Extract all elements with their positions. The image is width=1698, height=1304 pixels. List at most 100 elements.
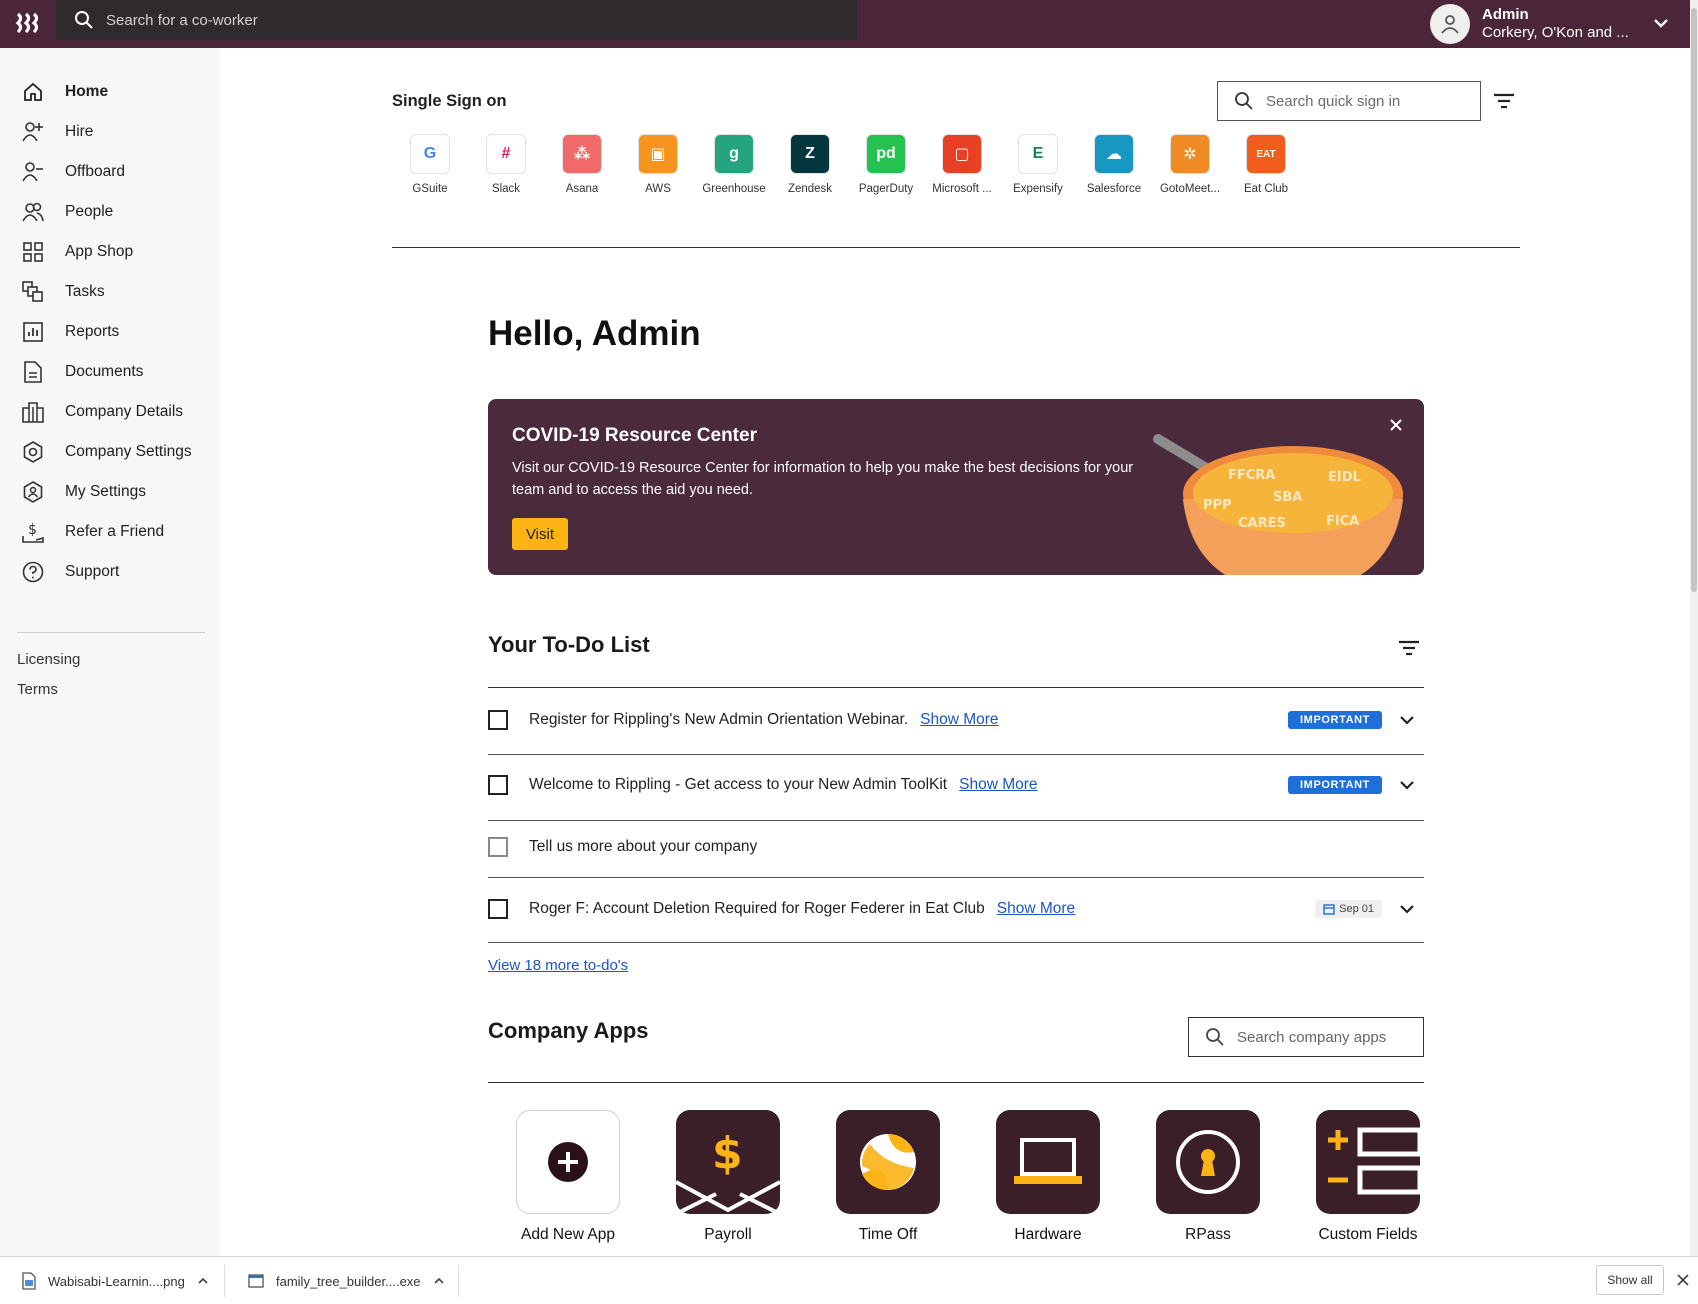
todo-checkbox[interactable] bbox=[488, 775, 508, 795]
soup-letters-6: FICA bbox=[1326, 514, 1359, 529]
svg-text:$: $ bbox=[28, 522, 37, 538]
todo-item[interactable]: Tell us more about your company bbox=[488, 832, 1424, 862]
todo-checkbox[interactable] bbox=[488, 837, 508, 857]
quick-sign-in-search[interactable]: Search quick sign in bbox=[1217, 81, 1481, 121]
todo-filter-icon[interactable] bbox=[1398, 637, 1420, 659]
account-menu[interactable]: Admin Corkery, O'Kon and ... bbox=[1430, 0, 1670, 48]
download-item[interactable]: Wabisabi-Learnin....png bbox=[22, 1257, 209, 1304]
chevron-up-icon[interactable] bbox=[197, 1275, 209, 1287]
todo-checkbox[interactable] bbox=[488, 899, 508, 919]
building-icon bbox=[22, 401, 44, 423]
sidebar-item-reports[interactable]: Reports bbox=[22, 312, 119, 352]
company-app-label: Custom Fields bbox=[1318, 1226, 1418, 1243]
sidebar-item-company-settings[interactable]: Company Settings bbox=[22, 432, 192, 472]
rippling-logo-icon bbox=[15, 12, 39, 34]
show-more-link[interactable]: Show More bbox=[920, 711, 998, 729]
company-app-rpass[interactable]: RPass bbox=[1128, 1110, 1288, 1244]
sidebar-item-documents[interactable]: Documents bbox=[22, 352, 143, 392]
terms-link[interactable]: Terms bbox=[17, 681, 58, 698]
sidebar-item-home[interactable]: Home bbox=[22, 72, 108, 112]
show-more-link[interactable]: Show More bbox=[959, 776, 1037, 794]
company-app-add-new[interactable]: Add New App bbox=[488, 1110, 648, 1244]
chevron-down-icon[interactable] bbox=[1398, 711, 1416, 729]
sso-app-gsuite[interactable]: G GSuite bbox=[392, 134, 468, 195]
close-icon[interactable] bbox=[1388, 417, 1404, 433]
chevron-down-icon[interactable] bbox=[1398, 900, 1416, 918]
close-icon[interactable] bbox=[1676, 1273, 1690, 1287]
todo-row-divider bbox=[488, 877, 1424, 878]
sidebar-item-label: Company Details bbox=[65, 403, 184, 420]
dollar-hand-icon: $ bbox=[22, 521, 44, 543]
company-app-payroll[interactable]: $ Payroll bbox=[648, 1110, 808, 1244]
avatar[interactable] bbox=[1430, 4, 1470, 44]
laptop-icon bbox=[996, 1110, 1100, 1214]
rippling-logo[interactable] bbox=[14, 8, 46, 40]
download-filename: Wabisabi-Learnin....png bbox=[48, 1273, 185, 1289]
todo-row-divider bbox=[488, 754, 1424, 755]
show-all-downloads-button[interactable]: Show all bbox=[1596, 1265, 1664, 1295]
download-bar: Wabisabi-Learnin....png family_tree_buil… bbox=[0, 1256, 1698, 1304]
sso-app-zendesk[interactable]: Z Zendesk bbox=[772, 134, 848, 195]
soup-letters-5: CARES bbox=[1238, 516, 1286, 531]
sidebar-item-tasks[interactable]: Tasks bbox=[22, 272, 105, 312]
sidebar-item-offboard[interactable]: Offboard bbox=[22, 152, 125, 192]
top-bar: Search for a co-worker Admin Corkery, O'… bbox=[0, 0, 1690, 48]
sidebar-item-people[interactable]: People bbox=[22, 192, 113, 232]
reports-icon bbox=[22, 321, 44, 343]
microsoft-office-icon: ▢ bbox=[942, 134, 982, 174]
sso-app-greenhouse[interactable]: g Greenhouse bbox=[696, 134, 772, 195]
download-filename: family_tree_builder....exe bbox=[276, 1273, 421, 1289]
view-more-todos-link[interactable]: View 18 more to-do's bbox=[488, 957, 628, 974]
sidebar-item-hire[interactable]: Hire bbox=[22, 112, 93, 152]
sso-app-pagerduty[interactable]: pd PagerDuty bbox=[848, 134, 924, 195]
due-date-badge: Sep 01 bbox=[1315, 900, 1382, 918]
sso-app-microsoft[interactable]: ▢ Microsoft ... bbox=[924, 134, 1000, 195]
sso-app-salesforce[interactable]: ☁ Salesforce bbox=[1076, 134, 1152, 195]
company-apps-search[interactable]: Search company apps bbox=[1188, 1017, 1424, 1057]
sso-app-eat-club[interactable]: EAT Eat Club bbox=[1228, 134, 1304, 195]
eat-club-icon: EAT bbox=[1246, 134, 1286, 174]
sidebar-item-app-shop[interactable]: App Shop bbox=[22, 232, 133, 272]
sso-app-asana[interactable]: ⁂ Asana bbox=[544, 134, 620, 195]
sso-app-aws[interactable]: ▣ AWS bbox=[620, 134, 696, 195]
todo-item[interactable]: Register for Rippling's New Admin Orient… bbox=[488, 705, 1424, 735]
company-app-custom-fields[interactable]: Custom Fields bbox=[1288, 1110, 1448, 1244]
chevron-down-icon[interactable] bbox=[1398, 776, 1416, 794]
sso-app-expensify[interactable]: E Expensify bbox=[1000, 134, 1076, 195]
aws-icon: ▣ bbox=[638, 134, 678, 174]
company-app-time-off[interactable]: Time Off bbox=[808, 1110, 968, 1244]
sidebar: Home Hire Offboard People App Shop Tasks… bbox=[0, 48, 220, 1256]
visit-button[interactable]: Visit bbox=[512, 518, 568, 550]
sso-app-label: Zendesk bbox=[787, 183, 833, 195]
show-more-link[interactable]: Show More bbox=[997, 900, 1075, 918]
todo-row-divider bbox=[488, 820, 1424, 821]
asana-icon: ⁂ bbox=[562, 134, 602, 174]
sidebar-item-label: My Settings bbox=[65, 483, 146, 500]
todo-text: Tell us more about your company bbox=[529, 838, 758, 855]
help-icon bbox=[22, 561, 44, 583]
todo-item[interactable]: Welcome to Rippling - Get access to your… bbox=[488, 770, 1424, 800]
scrollbar-thumb[interactable] bbox=[1691, 8, 1697, 592]
sidebar-item-label: Company Settings bbox=[65, 443, 192, 460]
document-icon bbox=[22, 361, 44, 383]
sidebar-item-support[interactable]: Support bbox=[22, 552, 119, 592]
sidebar-item-refer-a-friend[interactable]: $ Refer a Friend bbox=[22, 512, 164, 552]
todo-checkbox[interactable] bbox=[488, 710, 508, 730]
chevron-down-icon[interactable] bbox=[1652, 14, 1670, 32]
todo-item[interactable]: Roger F: Account Deletion Required for R… bbox=[488, 894, 1424, 924]
greenhouse-icon: g bbox=[714, 134, 754, 174]
coworker-search[interactable]: Search for a co-worker bbox=[56, 0, 857, 40]
sidebar-item-my-settings[interactable]: My Settings bbox=[22, 472, 146, 512]
sso-app-label: GSuite bbox=[412, 183, 448, 195]
download-item[interactable]: family_tree_builder....exe bbox=[248, 1257, 445, 1304]
sidebar-item-company-details[interactable]: Company Details bbox=[22, 392, 183, 432]
company-app-hardware[interactable]: Hardware bbox=[968, 1110, 1128, 1244]
sso-app-label: AWS bbox=[645, 183, 671, 195]
sso-app-slack[interactable]: # Slack bbox=[468, 134, 544, 195]
sso-app-gotomeeting[interactable]: ✲ GotoMeet... bbox=[1152, 134, 1228, 195]
licensing-link[interactable]: Licensing bbox=[17, 651, 80, 668]
filter-icon[interactable] bbox=[1493, 90, 1515, 112]
chevron-up-icon[interactable] bbox=[433, 1275, 445, 1287]
todo-text: Register for Rippling's New Admin Orient… bbox=[529, 711, 909, 728]
page-scrollbar[interactable] bbox=[1690, 0, 1698, 1256]
